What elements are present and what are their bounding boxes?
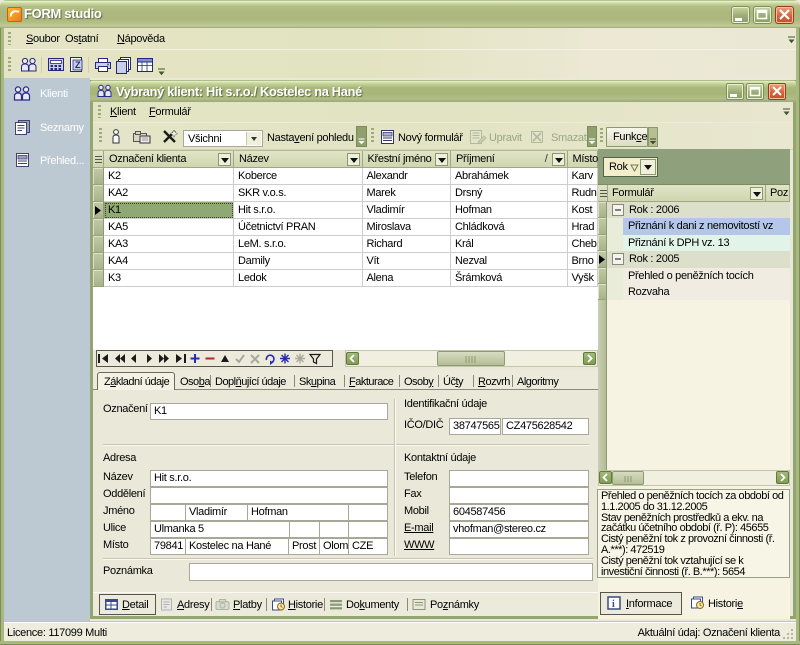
svg-text:Z: Z xyxy=(75,60,81,70)
